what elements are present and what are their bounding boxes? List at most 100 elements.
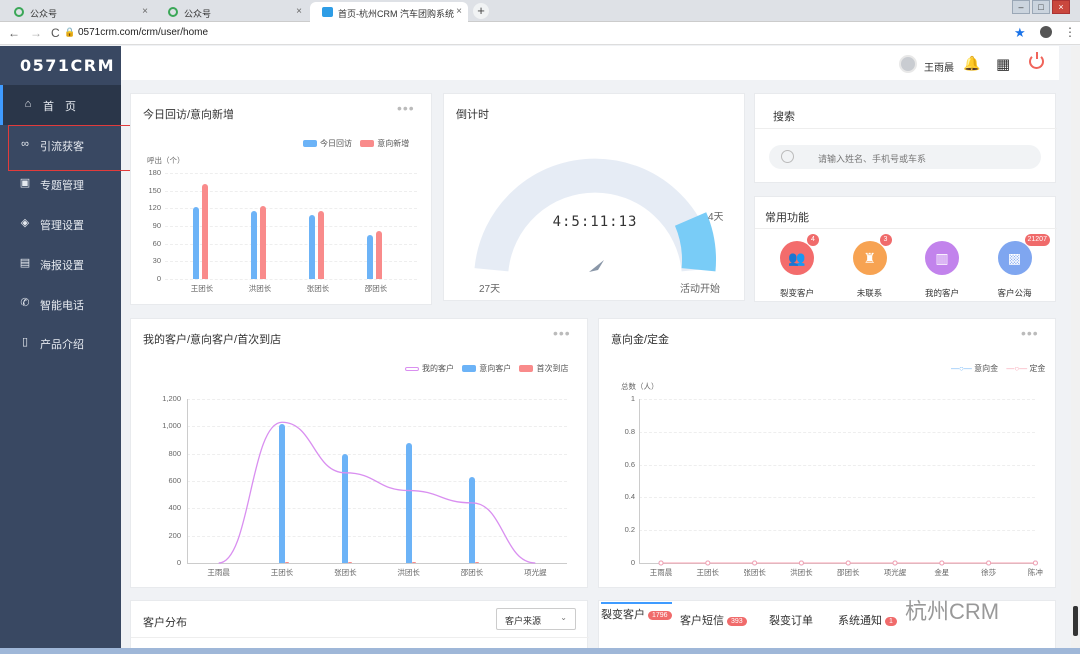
page-scrollbar[interactable] xyxy=(1071,46,1080,654)
search-input[interactable]: 请输入姓名、手机号或车系 xyxy=(769,145,1041,169)
tab-badge: 1 xyxy=(885,616,897,626)
function-label[interactable]: 未联系 xyxy=(840,287,900,299)
new-tab-button[interactable]: + xyxy=(473,3,489,19)
bar xyxy=(202,183,208,279)
browser-menu-icon[interactable]: ⋮ xyxy=(1064,25,1076,39)
function-label[interactable]: 我的客户 xyxy=(912,287,972,299)
y-tick-label: 150 xyxy=(148,185,161,195)
watermark: 杭州CRM xyxy=(905,599,1000,624)
maximize-button[interactable]: □ xyxy=(1032,0,1050,14)
grid-line xyxy=(165,279,417,280)
app-logo[interactable]: 0571CRM xyxy=(20,56,115,75)
my-customer-icon[interactable]: ▥ xyxy=(925,241,959,275)
window-close-button[interactable]: × xyxy=(1052,0,1070,14)
sidebar-item-5[interactable]: ✆ 智能电话 xyxy=(0,284,121,324)
power-icon[interactable] xyxy=(1029,52,1044,69)
x-tick-label: 邵团长 xyxy=(836,568,860,577)
close-icon[interactable]: × xyxy=(296,6,302,17)
close-icon[interactable]: × xyxy=(142,6,148,17)
data-point xyxy=(892,560,898,566)
tab-badge: 393 xyxy=(727,616,747,626)
sidebar-item-6[interactable]: ▯ 产品介绍 xyxy=(0,323,121,363)
tab-title: 公众号 xyxy=(30,9,58,19)
tab-3[interactable]: 系统通知 1 xyxy=(838,612,897,628)
sidebar-item-3[interactable]: ◈ 管理设置 xyxy=(0,204,121,244)
tab-label: 系统通知 xyxy=(838,615,882,627)
divider xyxy=(131,637,589,638)
data-point xyxy=(658,560,664,566)
sidebar-item-0[interactable]: ⌂ 首 页 xyxy=(0,85,121,125)
url-field[interactable]: 0571crm.com/crm/user/home xyxy=(78,27,208,38)
forward-icon[interactable]: → xyxy=(30,26,42,40)
function-label[interactable]: 客户公海 xyxy=(985,287,1045,299)
fission-customer-icon[interactable]: 👥 xyxy=(780,241,814,275)
count-badge: 4 xyxy=(807,234,819,246)
x-tick-label: 王团长 xyxy=(696,568,720,577)
tab-0[interactable]: 裂变客户 1796 xyxy=(601,602,672,622)
browser-tab[interactable]: 公众号 × xyxy=(156,2,308,22)
y-tick-label: 90 xyxy=(152,221,161,230)
home-icon: ⌂ xyxy=(24,98,32,110)
browser-tab-active[interactable]: 首页-杭州CRM 汽车团购系统 × xyxy=(310,2,468,22)
function-label[interactable]: 裂变客户 xyxy=(767,287,827,299)
x-tick-label: 张团长 xyxy=(743,568,766,577)
customer-pool-icon[interactable]: ▩ xyxy=(997,241,1032,275)
scrollbar-thumb[interactable] xyxy=(1073,606,1078,636)
book-icon: ▯ xyxy=(21,336,29,349)
gauge-bottom-label: 活动开始 xyxy=(680,284,720,295)
bookmark-star-icon[interactable]: ★ xyxy=(1014,25,1026,41)
uncontacted-icon[interactable]: ♜ xyxy=(852,241,887,275)
y-tick-label: 60 xyxy=(152,238,161,248)
bar xyxy=(260,205,266,279)
tab-label: 客户短信 xyxy=(680,615,724,627)
sidebar-item-4[interactable]: ▤ 海报设置 xyxy=(0,244,121,284)
more-icon[interactable]: ••• xyxy=(397,100,415,116)
image-icon: ▤ xyxy=(19,256,31,269)
bar xyxy=(309,215,315,279)
today-visit-card: 今日回访/意向新增 ••• 今日回访 意向新增 呼出（个） 180 150 120 9… xyxy=(130,93,432,305)
data-point xyxy=(939,560,945,566)
wechat-tab-icon xyxy=(168,7,178,17)
reload-icon[interactable]: C xyxy=(51,26,60,40)
tab-1[interactable]: 客户短信 393 xyxy=(680,612,747,628)
line-series xyxy=(218,421,536,564)
data-point xyxy=(705,560,711,566)
browser-tab-bar: 公众号 × 公众号 × 首页-杭州CRM 汽车团购系统 × + – □ × xyxy=(0,0,1080,22)
close-icon[interactable]: × xyxy=(456,6,462,17)
sidebar-item-label: 智能电话 xyxy=(40,299,84,312)
card-title: 常用功能 xyxy=(765,212,809,224)
line-layer xyxy=(658,560,1038,566)
countdown-gauge xyxy=(474,158,716,272)
customer-card: 我的客户/意向客户/首次到店 ••• 我的客户 意向客户 首次到店 1,200 1… xyxy=(130,318,588,588)
legend-label: 今日回访 xyxy=(320,139,352,148)
minimize-button[interactable]: – xyxy=(1012,0,1030,14)
card-title: 今日回访/意向新增 xyxy=(143,109,235,121)
data-point xyxy=(1032,560,1038,566)
divider xyxy=(755,128,1057,129)
count-badge: 3 xyxy=(879,234,892,246)
lock-icon: 🔒 xyxy=(64,27,76,37)
top-header xyxy=(121,46,1059,80)
legend-swatch xyxy=(303,140,317,148)
divider xyxy=(755,228,1057,229)
legend-swatch xyxy=(360,140,375,148)
avatar[interactable] xyxy=(899,55,917,73)
gauge-right-label: 4天 xyxy=(708,212,724,223)
deposit-card: 意向金/定金 ••• —○— 意向金 —○— 定金 总数（人） 1 0.8 0.6 0… xyxy=(598,318,1056,588)
username[interactable]: 王雨晨 xyxy=(924,59,954,74)
tab-2[interactable]: 裂变订单 xyxy=(769,612,813,628)
browser-tab[interactable]: 公众号 × xyxy=(2,2,154,22)
y-tick-label: 120 xyxy=(148,203,161,213)
apps-grid-icon[interactable]: ▦ xyxy=(996,55,1010,73)
highlight-box xyxy=(8,125,132,171)
x-tick-label: 张团长 xyxy=(306,284,330,293)
chevron-down-icon: ⌄ xyxy=(560,613,567,622)
back-icon[interactable]: ← xyxy=(8,26,20,40)
source-select[interactable]: 客户来源 ⌄ xyxy=(496,608,576,630)
bell-icon[interactable]: 🔔 xyxy=(963,55,980,72)
os-taskbar xyxy=(0,648,1080,654)
gauge-left-label: 27天 xyxy=(479,284,501,295)
account-icon[interactable] xyxy=(1040,26,1052,38)
bar xyxy=(376,230,382,279)
data-point xyxy=(798,560,804,566)
